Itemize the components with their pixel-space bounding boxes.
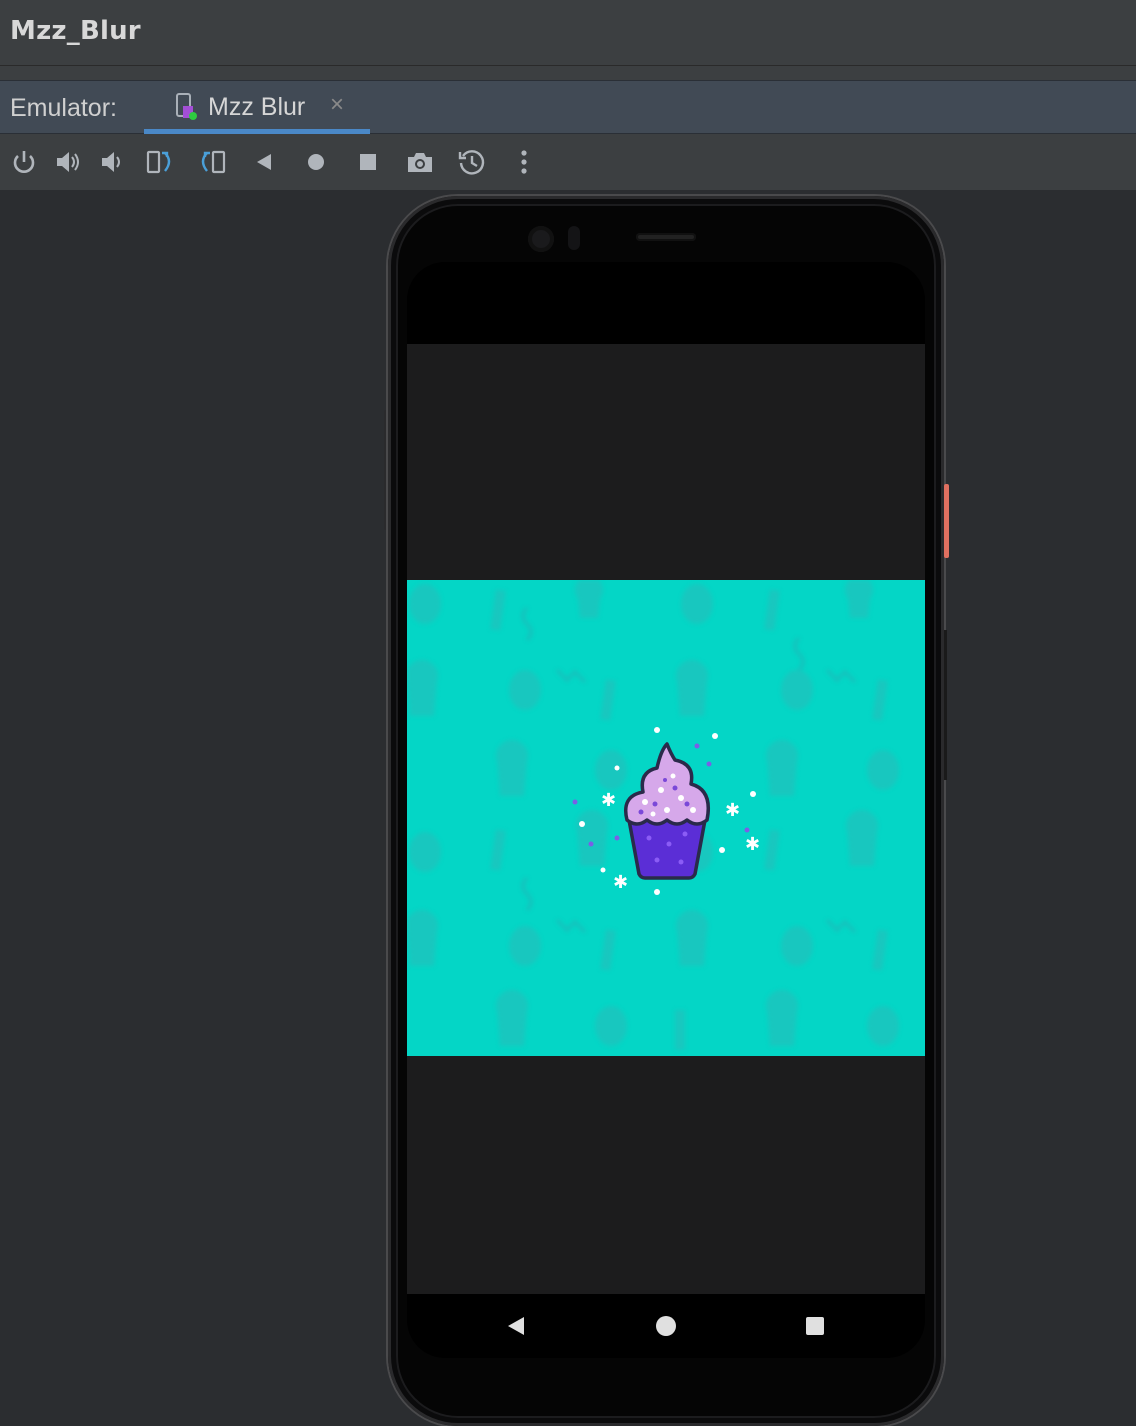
camera-icon [408, 153, 432, 172]
emulator-toolbar [0, 134, 1136, 190]
rotate-right-button[interactable] [196, 146, 228, 178]
volume-up-button[interactable] [52, 146, 84, 178]
home-icon [308, 154, 324, 170]
rotate-left-icon [146, 150, 171, 174]
nav-back-icon[interactable] [504, 1314, 528, 1338]
volume-up-icon [57, 152, 79, 172]
window-title: Mzz_Blur [10, 16, 141, 46]
home-button[interactable] [300, 146, 332, 178]
volume-down-icon [102, 152, 120, 172]
titlebar-gap [0, 66, 1136, 80]
earpiece-speaker [636, 233, 696, 241]
rotate-right-icon [201, 150, 226, 174]
device-icon [174, 93, 198, 121]
snapshot-icon [458, 150, 485, 175]
nav-recents-icon[interactable] [803, 1314, 827, 1338]
emulator-tabbar: Emulator: Mzz Blur × [0, 80, 1136, 134]
emulator-label: Emulator: [10, 94, 117, 122]
tab-mzz-blur[interactable]: Mzz Blur × [144, 81, 370, 134]
proximity-sensor [568, 226, 580, 250]
status-bar-area [407, 262, 925, 344]
volume-down-button[interactable] [96, 146, 128, 178]
more-button[interactable] [508, 146, 540, 178]
close-icon[interactable]: × [330, 91, 344, 119]
more-icon [521, 150, 527, 174]
svg-text:✱: ✱ [725, 800, 740, 821]
power-icon [13, 151, 35, 173]
back-icon [257, 154, 271, 170]
phone-power-key[interactable] [944, 484, 949, 558]
overview-icon [360, 154, 376, 170]
svg-text:✱: ✱ [745, 834, 760, 855]
back-button[interactable] [248, 146, 280, 178]
cupcake-icon: ✱ ✱✱✱ [572, 727, 760, 895]
screenshot-button[interactable] [404, 146, 436, 178]
rotate-left-button[interactable] [144, 146, 176, 178]
svg-text:✱: ✱ [613, 872, 628, 893]
svg-text:✱: ✱ [601, 790, 616, 811]
front-camera [528, 226, 554, 252]
phone-volume-key[interactable] [944, 630, 947, 780]
snapshot-button[interactable] [456, 146, 488, 178]
overview-button[interactable] [352, 146, 384, 178]
app-image: ✱ ✱ ✱ ✱ [407, 580, 925, 1056]
tab-label: Mzz Blur [208, 93, 306, 121]
power-button[interactable] [8, 146, 40, 178]
window-titlebar: Mzz_Blur [0, 0, 1136, 66]
nav-home-icon[interactable] [654, 1314, 678, 1338]
